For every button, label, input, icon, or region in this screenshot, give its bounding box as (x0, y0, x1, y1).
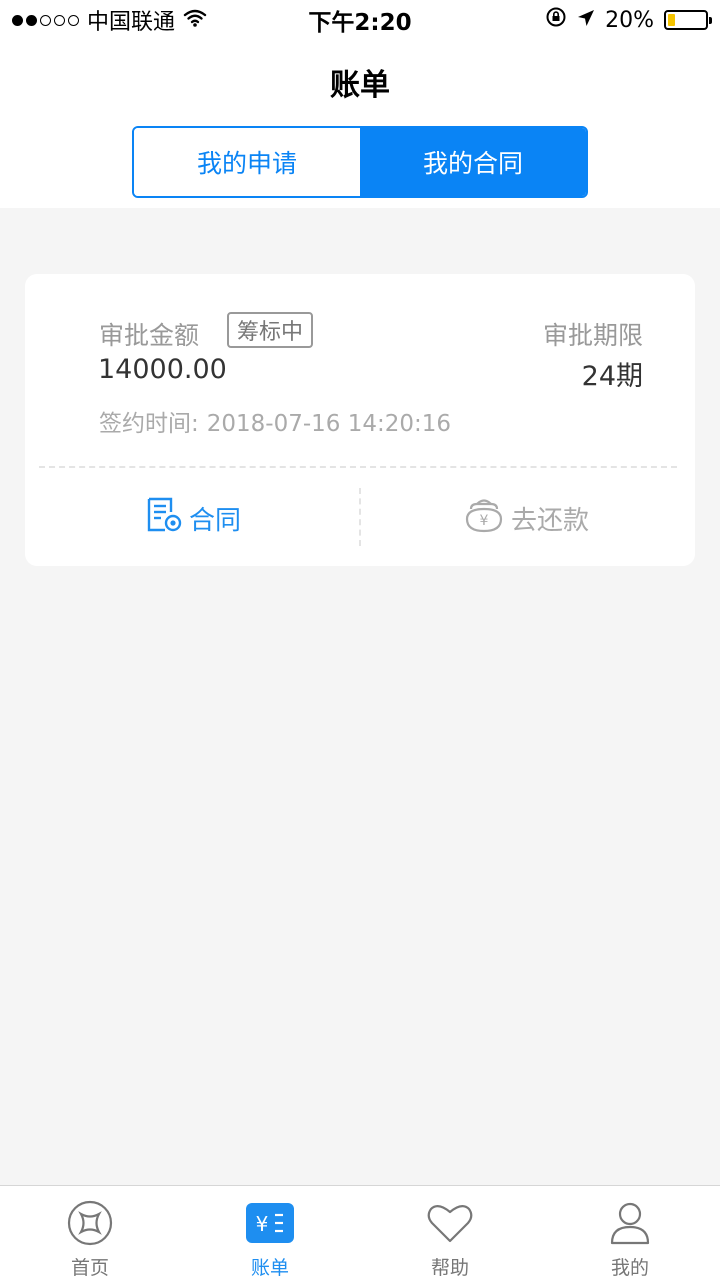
user-icon (606, 1200, 654, 1246)
segment-control: 我的申请 我的合同 (132, 126, 588, 198)
battery-percent: 20% (605, 7, 654, 33)
tab-bill-label: 账单 (250, 1257, 289, 1279)
bill-icon: ¥ (246, 1200, 294, 1246)
sign-time-row: 签约时间: 2018-07-16 14:20:16 (99, 404, 459, 438)
approved-amount-value: 14000.00 (98, 354, 227, 385)
card-divider (39, 466, 677, 468)
tab-help-label: 帮助 (430, 1257, 469, 1279)
status-right: 20% (545, 0, 712, 40)
bottom-tab-bar: 首页 ¥ 账单 帮助 我的 (0, 1185, 720, 1280)
rotation-lock-icon (545, 6, 567, 34)
action-divider (359, 488, 361, 546)
status-bar: 中国联通 下午2:20 20% (0, 0, 720, 40)
svg-text:¥: ¥ (480, 513, 489, 529)
approved-amount-label: 审批金额 (99, 321, 200, 350)
contract-button-label: 合同 (189, 505, 242, 536)
tab-home-label: 首页 (70, 1257, 109, 1279)
contract-card: 审批金额 筹标中 14000.00 审批期限 24期 签约时间: 2018-07-… (25, 274, 695, 566)
contract-icon (145, 496, 183, 541)
status-badge: 筹标中 (227, 312, 314, 348)
repay-button[interactable]: ¥ 去还款 (463, 496, 589, 540)
battery-icon (664, 10, 712, 30)
repay-button-label: 去还款 (511, 505, 590, 536)
tab-mine-label: 我的 (610, 1257, 649, 1279)
tab-home[interactable]: 首页 (0, 1186, 180, 1280)
location-icon (577, 8, 595, 33)
nav-header: 账单 我的申请 我的合同 (0, 40, 720, 208)
svg-text:¥: ¥ (256, 1212, 269, 1236)
battery-level (668, 14, 676, 26)
tab-mine[interactable]: 我的 (540, 1186, 720, 1280)
contract-button[interactable]: 合同 (145, 496, 241, 540)
tab-bill[interactable]: ¥ 账单 (180, 1186, 360, 1280)
approved-period-label: 审批期限 (542, 321, 643, 350)
tab-my-contracts[interactable]: 我的合同 (360, 128, 586, 196)
sign-time-value: 2018-07-16 14:20:16 (206, 411, 452, 437)
money-bag-icon: ¥ (463, 495, 505, 542)
home-icon (66, 1200, 114, 1246)
sign-time-label: 签约时间: (99, 411, 199, 437)
tab-help[interactable]: 帮助 (360, 1186, 540, 1280)
approved-period-value: 24期 (581, 361, 643, 392)
page-title: 账单 (330, 68, 390, 103)
heart-icon (426, 1200, 474, 1246)
tab-my-applications[interactable]: 我的申请 (134, 128, 360, 196)
